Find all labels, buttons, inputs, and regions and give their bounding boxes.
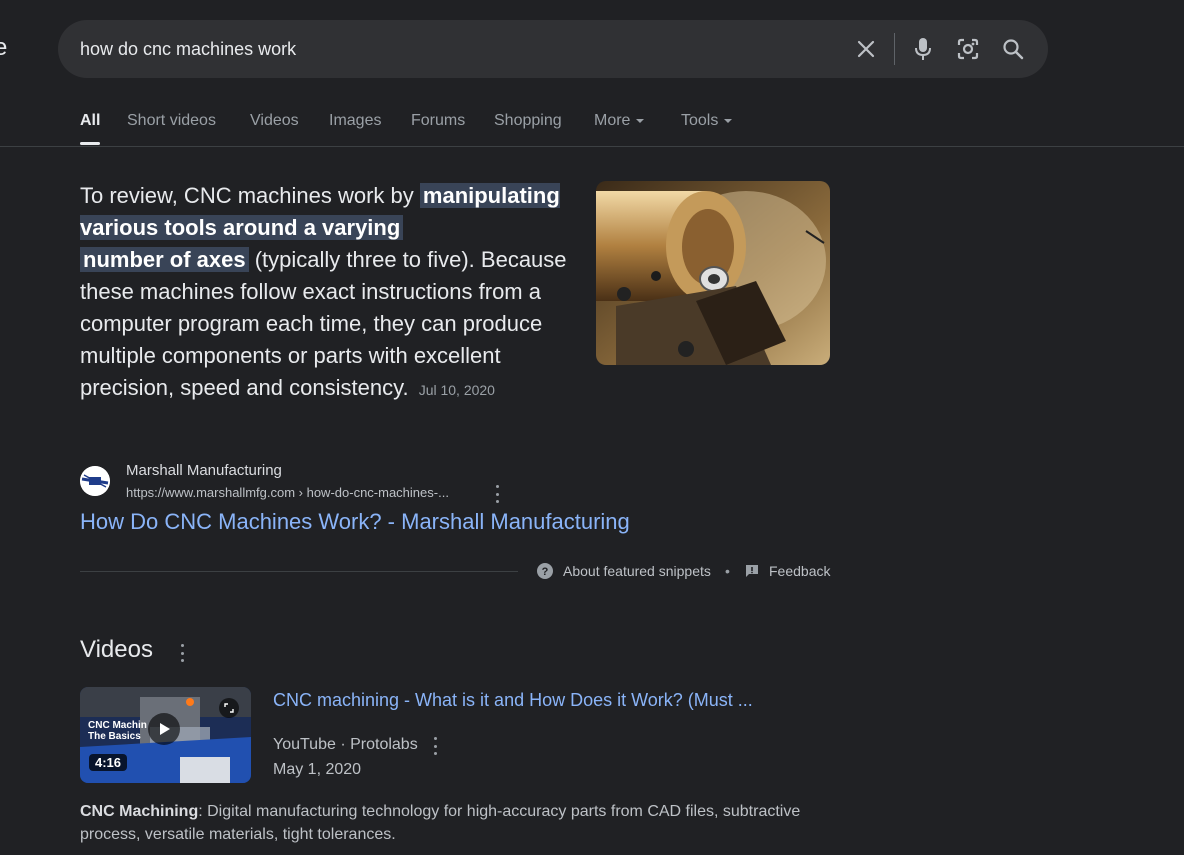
feedback-button[interactable]: Feedback xyxy=(745,563,830,579)
videos-section-heading: Videos xyxy=(80,636,153,663)
snippet-highlight: number of axes xyxy=(80,247,249,272)
result-title-link[interactable]: How Do CNC Machines Work? - Marshall Man… xyxy=(80,509,630,535)
chevron-down-icon xyxy=(724,118,733,123)
snippet-footer-divider xyxy=(80,571,518,572)
video-thumb-caption: CNC Machin The Basics xyxy=(88,720,147,742)
search-icon[interactable] xyxy=(1000,36,1026,62)
search-divider xyxy=(894,33,895,65)
footer-separator: • xyxy=(725,563,730,579)
videos-more-options-icon[interactable] xyxy=(175,644,189,662)
clear-icon[interactable] xyxy=(853,36,879,62)
snippet-date: Jul 10, 2020 xyxy=(418,382,495,398)
video-thumbnail[interactable]: CNC Machin The Basics 4:16 xyxy=(80,687,251,783)
video-more-options-icon[interactable] xyxy=(428,737,442,755)
about-featured-snippets[interactable]: ? About featured snippets xyxy=(537,563,711,579)
video-source: YouTube · Protolabs xyxy=(273,736,418,753)
search-input[interactable]: how do cnc machines work xyxy=(80,39,296,60)
source-url[interactable]: https://www.marshallmfg.com › how-do-cnc… xyxy=(126,485,449,500)
snippet-image[interactable] xyxy=(596,181,830,365)
tab-forums[interactable]: Forums xyxy=(411,112,465,130)
more-options-icon[interactable] xyxy=(490,485,504,503)
source-site-name[interactable]: Marshall Manufacturing xyxy=(126,462,282,479)
search-bar[interactable]: how do cnc machines work xyxy=(58,20,1048,78)
tab-images[interactable]: Images xyxy=(329,112,381,130)
expand-icon[interactable] xyxy=(219,698,239,718)
lens-camera-icon[interactable] xyxy=(955,36,981,62)
video-description: CNC Machining: Digital manufacturing tec… xyxy=(80,803,801,843)
svg-text:?: ? xyxy=(542,566,549,578)
tab-all[interactable]: All xyxy=(80,112,100,130)
tab-tools[interactable]: Tools xyxy=(681,112,733,130)
tab-active-indicator xyxy=(80,142,100,145)
chevron-down-icon xyxy=(636,118,645,123)
tab-more[interactable]: More xyxy=(594,112,645,130)
featured-snippet-text: To review, CNC machines work by manipula… xyxy=(80,183,567,400)
tab-short-videos[interactable]: Short videos xyxy=(127,112,216,130)
video-duration-badge: 4:16 xyxy=(89,754,128,771)
microphone-icon[interactable] xyxy=(910,36,936,62)
play-icon[interactable] xyxy=(148,713,180,745)
tab-videos[interactable]: Videos xyxy=(250,112,299,130)
help-icon: ? xyxy=(537,563,553,579)
site-favicon[interactable] xyxy=(80,466,110,496)
video-date: May 1, 2020 xyxy=(273,761,362,778)
tabs-divider xyxy=(0,146,1184,147)
tab-shopping[interactable]: Shopping xyxy=(494,112,562,130)
google-logo-fragment[interactable]: e xyxy=(0,34,7,62)
feedback-icon xyxy=(746,565,758,577)
video-title-link[interactable]: CNC machining - What is it and How Does … xyxy=(273,690,753,711)
